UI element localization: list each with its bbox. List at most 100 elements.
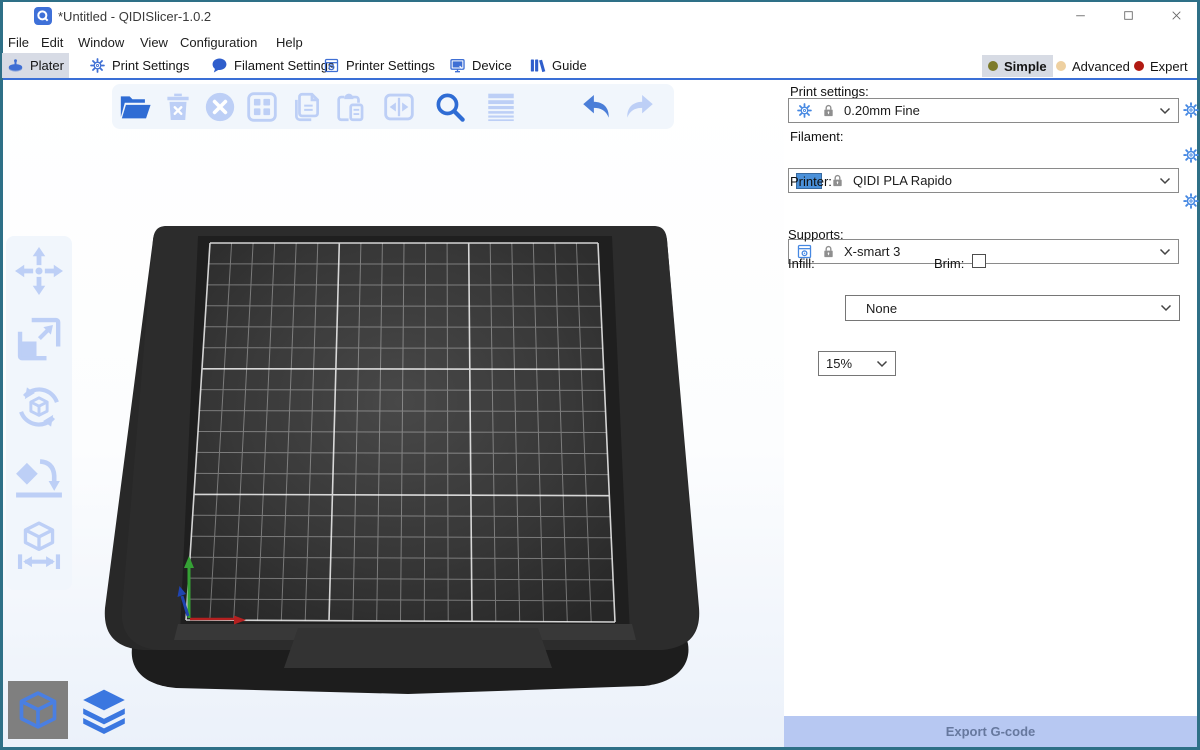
filament-icon: [211, 57, 228, 74]
delete-all-button[interactable]: [203, 90, 237, 124]
tab-printer-settings-label: Printer Settings: [346, 58, 435, 73]
preview-view-button[interactable]: [74, 681, 134, 739]
filament-gear-button[interactable]: [1182, 146, 1200, 164]
open-folder-icon: [118, 90, 152, 124]
gear-icon: [1182, 101, 1200, 119]
chevron-down-icon: [876, 360, 888, 368]
infill-value: 15%: [826, 356, 852, 371]
gear-icon: [1182, 146, 1200, 164]
tab-device[interactable]: Device: [444, 53, 517, 78]
rotate-icon: [14, 382, 64, 432]
move-icon: [14, 246, 64, 296]
app-logo-icon: [34, 7, 52, 25]
menu-help[interactable]: Help: [276, 32, 303, 52]
undo-button[interactable]: [578, 90, 614, 124]
plater-icon: [7, 57, 24, 74]
mode-simple-label: Simple: [1004, 59, 1047, 74]
guide-icon: [529, 57, 546, 74]
infill-label: Infill:: [788, 256, 815, 271]
variable-layer-height-icon: [484, 90, 518, 124]
gear-icon: [796, 102, 813, 119]
close-button[interactable]: [1156, 2, 1197, 29]
gear-icon: [89, 57, 106, 74]
supports-label: Supports:: [788, 227, 844, 242]
split-objects-icon: [382, 90, 416, 124]
variable-layer-height-button[interactable]: [484, 90, 518, 124]
redo-icon: [622, 90, 658, 124]
gear-icon: [1182, 192, 1200, 210]
arrange-icon: [245, 90, 279, 124]
tab-device-label: Device: [472, 58, 512, 73]
place-on-face-tool-button[interactable]: [14, 450, 64, 500]
export-gcode-button[interactable]: Export G-code: [784, 716, 1197, 747]
maximize-button[interactable]: [1108, 2, 1148, 29]
rotate-tool-button[interactable]: [14, 382, 64, 432]
advanced-mode-dot-icon: [1056, 61, 1066, 71]
printer-icon: [323, 57, 340, 74]
menu-window[interactable]: Window: [78, 32, 124, 52]
mode-expert-label: Expert: [1150, 59, 1188, 74]
copy-button[interactable]: [290, 90, 324, 124]
device-icon: [449, 57, 466, 74]
mode-expert[interactable]: Expert: [1128, 55, 1194, 77]
menu-file[interactable]: File: [8, 32, 29, 52]
delete-all-icon: [203, 90, 237, 124]
delete-button[interactable]: [161, 90, 195, 124]
brim-label: Brim:: [934, 256, 964, 271]
tab-guide[interactable]: Guide: [524, 53, 592, 78]
search-button[interactable]: [433, 90, 467, 124]
infill-combo[interactable]: 15%: [818, 351, 896, 376]
layers-stack-icon: [80, 686, 128, 734]
supports-combo[interactable]: None: [845, 295, 1180, 321]
printer-label: Printer:: [790, 174, 832, 189]
paste-button[interactable]: [333, 90, 367, 124]
menu-configuration[interactable]: Configuration: [180, 32, 257, 52]
chevron-down-icon: [1159, 107, 1171, 115]
chevron-down-icon: [1159, 177, 1171, 185]
measure-tool-button[interactable]: [14, 520, 64, 570]
filament-value: QIDI PLA Rapido: [853, 173, 952, 188]
arrange-button[interactable]: [245, 90, 279, 124]
tab-plater[interactable]: Plater: [2, 53, 69, 78]
print-settings-combo[interactable]: 0.20mm Fine: [788, 98, 1179, 123]
window-title: *Untitled - QIDISlicer-1.0.2: [58, 9, 211, 24]
minimize-icon: [1074, 9, 1087, 22]
mode-advanced[interactable]: Advanced: [1050, 55, 1136, 77]
move-tool-button[interactable]: [14, 246, 64, 296]
simple-mode-dot-icon: [988, 61, 998, 71]
print-settings-label: Print settings:: [790, 84, 869, 99]
tab-print-settings-label: Print Settings: [112, 58, 189, 73]
window-border-top: [0, 0, 1200, 2]
printer-value: X-smart 3: [844, 244, 900, 259]
scale-tool-button[interactable]: [14, 314, 64, 364]
redo-button[interactable]: [622, 90, 658, 124]
build-plate: [95, 200, 720, 715]
place-on-face-icon: [14, 450, 64, 500]
filament-combo[interactable]: QIDI PLA Rapido: [788, 168, 1179, 193]
menu-edit[interactable]: Edit: [41, 32, 63, 52]
brim-checkbox[interactable]: [972, 254, 986, 268]
lock-icon: [821, 244, 836, 259]
minimize-button[interactable]: [1060, 2, 1100, 29]
paste-icon: [333, 90, 367, 124]
3d-editor-view-button[interactable]: [8, 681, 68, 739]
print-settings-gear-button[interactable]: [1182, 101, 1200, 119]
chevron-down-icon: [1160, 304, 1172, 312]
maximize-icon: [1122, 9, 1135, 22]
printer-gear-button[interactable]: [1182, 192, 1200, 210]
measure-icon: [14, 520, 64, 570]
search-icon: [433, 90, 467, 124]
copy-icon: [290, 90, 324, 124]
bed-handle-recess: [284, 628, 552, 668]
mode-simple[interactable]: Simple: [982, 55, 1053, 77]
menu-view[interactable]: View: [140, 32, 168, 52]
print-settings-value: 0.20mm Fine: [844, 103, 920, 118]
close-icon: [1170, 9, 1183, 22]
tab-printer-settings[interactable]: Printer Settings: [318, 53, 440, 78]
tab-guide-label: Guide: [552, 58, 587, 73]
mode-advanced-label: Advanced: [1072, 59, 1130, 74]
tab-print-settings[interactable]: Print Settings: [84, 53, 194, 78]
split-objects-button[interactable]: [382, 90, 416, 124]
filament-label: Filament:: [790, 129, 843, 144]
open-button[interactable]: [118, 90, 152, 124]
